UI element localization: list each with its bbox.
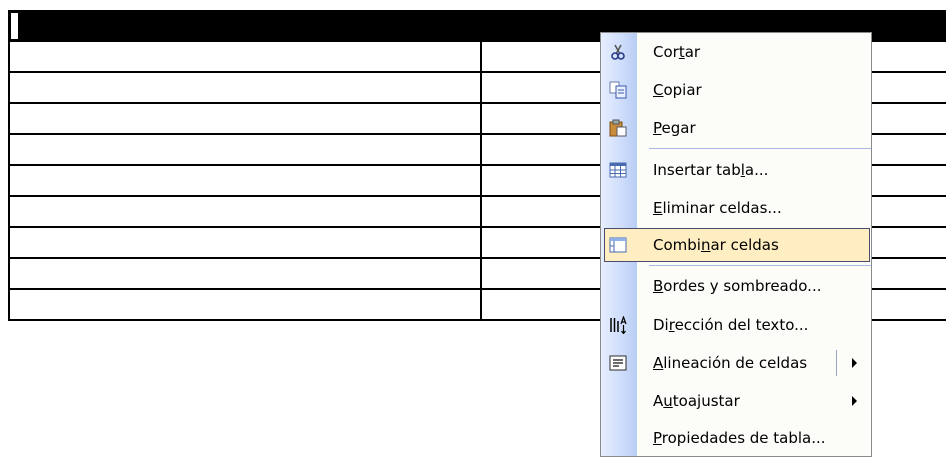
menu-item-label: Alineación de celdas <box>653 354 808 372</box>
text-direction-icon <box>609 315 627 335</box>
menu-item-insert-table[interactable]: Insertar tabla... <box>601 153 871 187</box>
submenu-arrow-icon <box>852 396 857 406</box>
menu-item-label: Autoajustar <box>653 392 740 410</box>
menu-separator <box>649 148 871 149</box>
cell-alignment-icon <box>609 354 627 372</box>
menu-item-merge-cells[interactable]: Combinar celdas <box>604 228 870 262</box>
menu-item-table-properties[interactable]: Propiedades de tabla... <box>601 421 871 455</box>
menu-item-paste[interactable]: Pegar <box>601 111 871 145</box>
split-button-divider <box>836 350 837 376</box>
menu-separator <box>649 265 871 266</box>
menu-item-label: Dirección del texto... <box>653 316 809 334</box>
menu-item-label: Propiedades de tabla... <box>653 429 826 447</box>
context-menu: Cortar Copiar Pegar Insertar tabla... El… <box>600 32 872 457</box>
submenu-arrow-icon[interactable] <box>852 358 857 368</box>
menu-item-cut[interactable]: Cortar <box>601 35 871 69</box>
menu-item-label: Eliminar celdas... <box>653 199 782 217</box>
paste-icon <box>609 119 627 137</box>
menu-item-label: Copiar <box>653 81 702 99</box>
menu-item-label: Insertar tabla... <box>653 161 769 179</box>
menu-item-label: Cortar <box>653 43 701 61</box>
menu-item-label: Pegar <box>653 119 696 137</box>
menu-item-delete-cells[interactable]: Eliminar celdas... <box>601 191 871 225</box>
menu-item-borders-shading[interactable]: Bordes y sombreado... <box>601 269 871 303</box>
insert-table-icon <box>609 161 627 179</box>
menu-item-copy[interactable]: Copiar <box>601 73 871 107</box>
menu-item-autofit[interactable]: Autoajustar <box>601 384 871 418</box>
text-cursor <box>11 13 18 39</box>
menu-item-label: Bordes y sombreado... <box>653 277 822 295</box>
menu-item-cell-alignment[interactable]: Alineación de celdas <box>601 346 871 380</box>
menu-item-label: Combinar celdas <box>653 236 779 254</box>
menu-item-text-direction[interactable]: Dirección del texto... <box>601 308 871 342</box>
copy-icon <box>609 81 627 99</box>
merge-cells-icon <box>609 236 627 254</box>
scissors-icon <box>609 43 627 61</box>
